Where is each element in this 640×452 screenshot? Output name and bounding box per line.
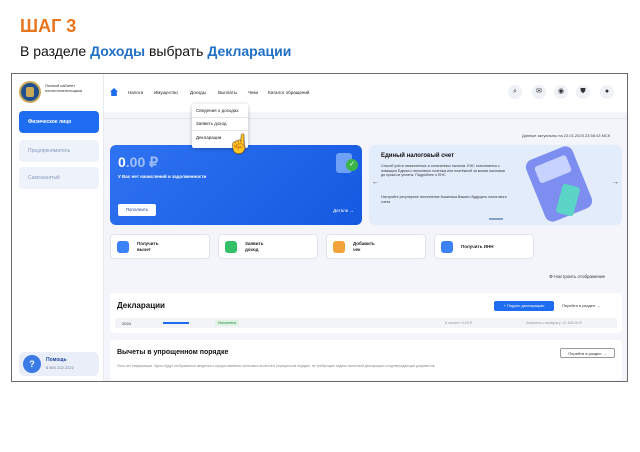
check-icon: ✓ — [346, 159, 358, 171]
dropdown-declarations[interactable]: Декларации — [196, 135, 221, 140]
dropdown-income-info[interactable]: Сведения о доходах — [196, 108, 239, 113]
nav-payments[interactable]: Выплаты — [218, 90, 237, 95]
details-label: Детали — [333, 208, 349, 213]
simplified-description: Пока нет информации. Здесь будут отображ… — [117, 364, 435, 368]
income-icon — [225, 241, 237, 253]
quick-declare-income[interactable]: Заявить доход — [218, 234, 318, 259]
dropdown-divider — [192, 117, 248, 118]
row-payment: К оплате: 0.00 ₽ — [445, 321, 472, 325]
instruction-pre: В разделе — [20, 43, 91, 59]
ens-description-2: Настройте регулярное пополнение Кошелька… — [381, 195, 507, 204]
goto-declarations-link[interactable]: Перейти в раздел → — [562, 303, 600, 308]
balance-amount-int: 0 — [118, 154, 126, 170]
quick-get-inn[interactable]: Получить ИНН — [434, 234, 534, 259]
home-icon[interactable] — [110, 88, 118, 96]
divider — [104, 118, 627, 119]
topup-button[interactable]: Пополнить — [118, 204, 156, 216]
details-link[interactable]: Детали → — [333, 208, 354, 213]
nav-taxes[interactable]: Налоги — [128, 90, 143, 95]
quick-deduction[interactable]: Получить вычет — [110, 234, 210, 259]
declarations-panel: Декларации + Подать декларацию Перейти в… — [110, 293, 622, 333]
search-icon[interactable]: ⌕ — [508, 85, 522, 99]
eye-icon[interactable]: ◉ — [554, 85, 568, 99]
balance-amount: 0.00 ₽ — [118, 154, 158, 171]
nav-income[interactable]: Доходы — [190, 90, 206, 95]
nav-property[interactable]: Имущество — [154, 90, 178, 95]
balance-card: 0.00 ₽ У Вас нет начислений и задолженно… — [110, 145, 362, 225]
nav-receipts[interactable]: Чеки — [248, 90, 258, 95]
sidebar: Личный кабинет налогоплательщика Физичес… — [12, 74, 104, 381]
dropdown-divider — [192, 130, 248, 131]
row-year: 2024 — [122, 321, 131, 326]
sidebar-item-entrepreneur[interactable]: Предприниматель — [19, 140, 99, 162]
top-nav: Налоги Имущество Доходы Выплаты Чеки Кат… — [104, 74, 627, 112]
pointer-hand-icon: ☝ — [228, 134, 251, 154]
status-badge: Исполнено — [215, 320, 240, 326]
balance-amount-dec: .00 ₽ — [125, 154, 159, 170]
ens-description: Способ учёта начисленных и оплаченных на… — [381, 164, 505, 178]
fns-logo[interactable] — [19, 81, 41, 103]
instruction-section: Доходы — [90, 43, 146, 59]
instruction-mid: выбрать — [145, 43, 208, 59]
sidebar-item-selfemployed[interactable]: Самозанятый — [19, 167, 99, 189]
ens-banner: ← → Единый налоговый счет Способ учёта н… — [369, 145, 622, 225]
mail-icon[interactable]: ✉ — [532, 85, 546, 99]
help-phone: 8 800 222 2222 — [46, 365, 74, 370]
logo-text: Личный кабинет налогоплательщика — [45, 83, 83, 93]
nav-requests[interactable]: Каталог обращений — [268, 90, 309, 95]
goto-simplified-button[interactable]: Перейти в раздел → — [560, 348, 615, 358]
step-title: ШАГ 3 — [20, 16, 77, 36]
help-widget[interactable]: ? Помощь 8 800 222 2222 — [19, 352, 99, 376]
instruction-target: Декларации — [207, 43, 292, 59]
balance-subtitle: У Вас нет начислений и задолженности — [118, 174, 207, 179]
progress-dots — [163, 322, 189, 324]
sidebar-item-individual[interactable]: Физическое лицо — [19, 111, 99, 133]
arrow-right-icon[interactable]: → — [612, 179, 619, 186]
quick-label: Получить ИНН — [461, 244, 494, 249]
simplified-deductions-panel: Вычеты в упрощенном порядке Перейти в ра… — [110, 340, 622, 380]
dropdown-declare-income[interactable]: Заявить доход — [196, 121, 227, 126]
carousel-dots[interactable] — [489, 218, 503, 220]
inn-icon — [441, 241, 453, 253]
arrow-left-icon[interactable]: ← — [372, 179, 379, 186]
quick-add-receipt[interactable]: Добавить чек — [326, 234, 426, 259]
deduction-icon — [117, 241, 129, 253]
ens-title: Единый налоговый счет — [381, 153, 455, 159]
screenshot-frame: Личный кабинет налогоплательщика Физичес… — [11, 73, 628, 382]
simplified-title: Вычеты в упрощенном порядке — [117, 349, 229, 356]
quick-label: Заявить доход — [245, 241, 264, 252]
settings-label: Настроить отображение — [554, 274, 606, 279]
shield-icon[interactable]: ⛊ — [576, 85, 590, 99]
row-refund: Заявлено к возврату: 12 468.00 ₽ — [526, 321, 582, 325]
question-icon: ? — [23, 355, 41, 373]
instruction: В разделе Доходы выбрать Декларации — [20, 43, 291, 59]
submit-declaration-button[interactable]: + Подать декларацию — [494, 301, 554, 311]
declarations-title: Декларации — [117, 301, 165, 310]
updated-text: Данные актуальны на 23.01.2025 23:58:43 … — [522, 133, 611, 138]
help-title: Помощь — [46, 357, 67, 363]
receipt-icon — [333, 241, 345, 253]
user-icon[interactable]: ● — [600, 85, 614, 99]
table-row[interactable]: 2024 Исполнено К оплате: 0.00 ₽ Заявлено… — [115, 318, 617, 328]
settings-link[interactable]: ⚙ Настроить отображение — [549, 274, 605, 280]
quick-label: Добавить чек — [353, 241, 375, 252]
quick-label: Получить вычет — [137, 241, 159, 252]
